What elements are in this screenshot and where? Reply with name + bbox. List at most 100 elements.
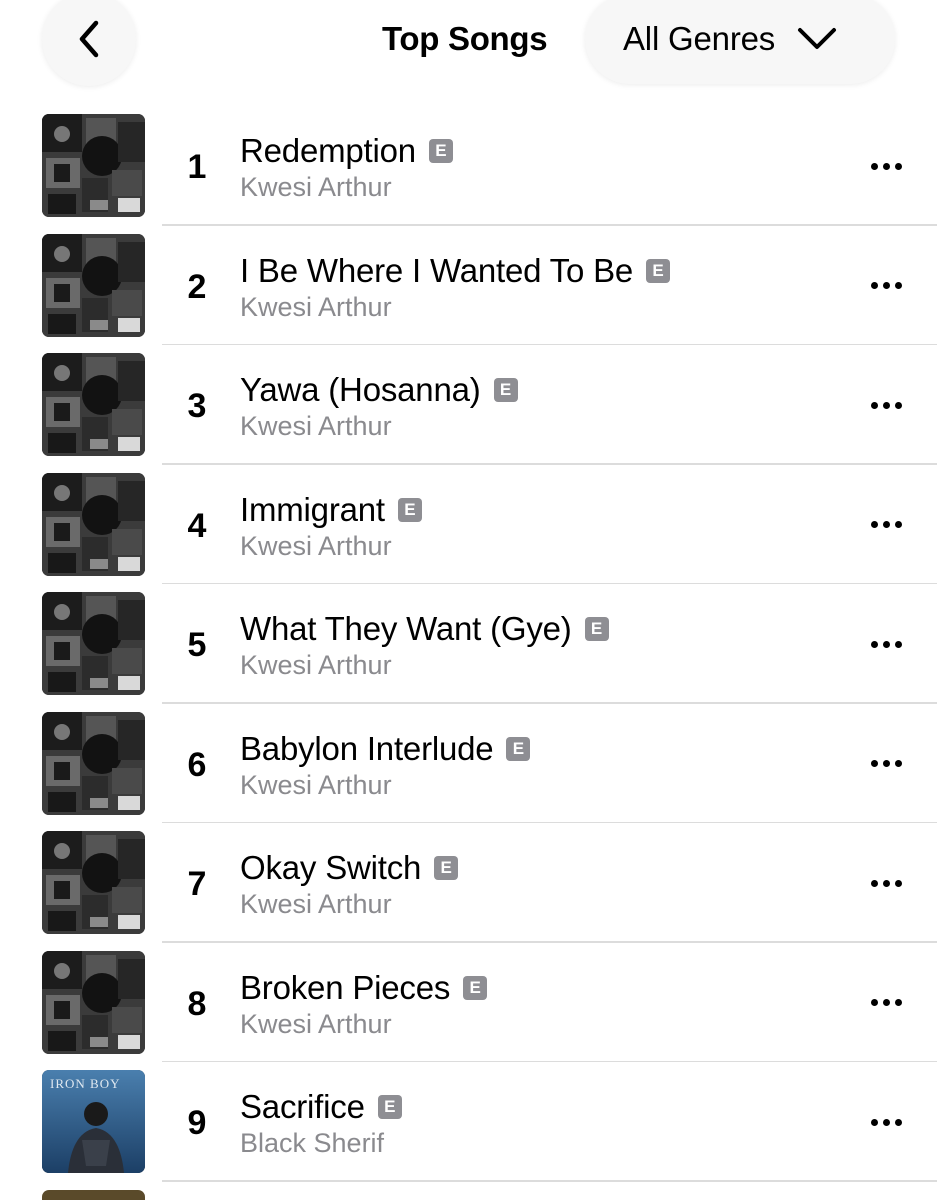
album-artwork [42,831,145,934]
more-options-button[interactable] [858,268,914,304]
song-title: Babylon Interlude [240,729,494,767]
dot [882,1118,890,1126]
dot [894,1118,902,1126]
song-artist: Kwesi Arthur [240,411,392,441]
more-options-button[interactable] [858,865,914,901]
dot [870,521,878,528]
song-title-line: Sacrifice E [240,1088,402,1126]
song-rank: 9 [187,1104,207,1142]
song-title: Broken Pieces [240,968,451,1006]
next-artwork-peek [42,1190,145,1200]
explicit-badge-icon: E [377,1095,402,1119]
row-divider [162,1180,937,1182]
dot [870,282,878,289]
song-row[interactable]: 3 Yawa (Hosanna) E Kwesi Arthur [0,345,937,465]
chevron-left-icon [79,20,99,58]
song-row[interactable]: 1 Redemption E Kwesi Arthur [0,106,937,226]
song-row[interactable]: 6 Babylon Interlude E Kwesi Arthur [0,704,937,823]
dot [870,879,878,887]
page-title: Top Songs [382,20,548,57]
song-artist: Kwesi Arthur [240,650,392,680]
explicit-badge-icon: E [397,497,422,522]
more-options-button[interactable] [858,626,914,662]
explicit-badge-icon: E [463,975,488,1000]
dot [882,640,890,648]
more-options-button[interactable] [858,746,914,782]
dot [870,760,878,767]
song-rank: 6 [187,745,207,784]
dot [870,401,878,409]
song-title-line: Yawa (Hosanna) E [240,371,518,409]
dot [882,401,890,409]
dot [870,162,878,170]
song-title-line: Broken Pieces E [240,968,488,1007]
song-rank: 5 [187,626,207,664]
dot [870,640,878,648]
more-options-button[interactable] [858,148,914,184]
dot [894,760,902,767]
dot [882,521,890,528]
genre-filter-button[interactable]: All Genres [585,0,895,84]
song-artist: Kwesi Arthur [240,530,392,561]
song-artist: Kwesi Arthur [240,291,392,322]
album-artwork [42,233,145,337]
song-title: Immigrant [240,490,385,528]
song-artist: Kwesi Arthur [240,769,392,800]
dot [894,640,902,648]
more-options-button[interactable] [858,507,914,543]
dot [882,879,890,887]
artwork-text: IRON BOY [50,1076,121,1091]
dot [870,999,878,1006]
song-rank: 8 [187,984,207,1023]
song-row[interactable]: 4 Immigrant E Kwesi Arthur [0,465,937,584]
album-artwork [42,114,145,217]
song-rank: 1 [187,148,207,186]
song-row[interactable]: 7 Okay Switch E Kwesi Arthur [0,823,937,943]
more-options-button[interactable] [858,1104,914,1140]
song-artist: Kwesi Arthur [240,172,392,202]
dot [894,162,902,170]
back-button[interactable] [42,0,136,86]
song-title: Sacrifice [240,1088,365,1125]
explicit-badge-icon: E [493,378,518,402]
explicit-badge-icon: E [434,856,459,880]
song-title-line: I Be Where I Wanted To Be E [240,251,671,290]
song-artist: Black Sherif [240,1128,385,1158]
chevron-down-icon [797,26,837,52]
album-artwork [42,472,145,576]
song-title: I Be Where I Wanted To Be [240,251,634,289]
dot [894,879,902,887]
song-title: What They Want (Gye) [240,610,572,647]
song-title: Yawa (Hosanna) [240,371,481,408]
song-rank: 4 [187,506,207,545]
genre-filter-label: All Genres [623,20,776,57]
song-title-line: What They Want (Gye) E [240,610,609,648]
dot [870,1118,878,1126]
song-row[interactable]: 2 I Be Where I Wanted To Be E Kwesi Arthur [0,226,937,345]
song-title-line: Babylon Interlude E [240,729,531,768]
song-row[interactable]: 5 What They Want (Gye) E Kwesi Arthur [0,584,937,704]
song-row[interactable]: IRON BOY 9 Sacrifice E Black Sherif [0,1062,937,1182]
song-title: Okay Switch [240,849,422,886]
top-bar: Top Songs All Genres [0,0,937,100]
song-artist: Kwesi Arthur [240,889,392,919]
album-artwork [42,353,145,456]
dot [894,999,902,1006]
album-artwork: IRON BOY [42,1070,145,1173]
song-rank: 7 [187,865,207,903]
explicit-badge-icon: E [584,617,609,641]
song-title-line: Redemption E [240,132,453,170]
dot [894,401,902,409]
song-rank: 3 [187,387,207,425]
dot [882,282,890,289]
explicit-badge-icon: E [428,139,453,163]
album-artwork [42,950,145,1054]
song-row[interactable]: 8 Broken Pieces E Kwesi Arthur [0,943,937,1062]
explicit-badge-icon: E [506,736,531,761]
dot [894,282,902,289]
more-options-button[interactable] [858,985,914,1021]
more-options-button[interactable] [858,387,914,423]
album-artwork [42,592,145,695]
song-list: 1 Redemption E Kwesi Arthur 2 I Be Where I Wa… [0,106,937,1182]
dot [882,760,890,767]
